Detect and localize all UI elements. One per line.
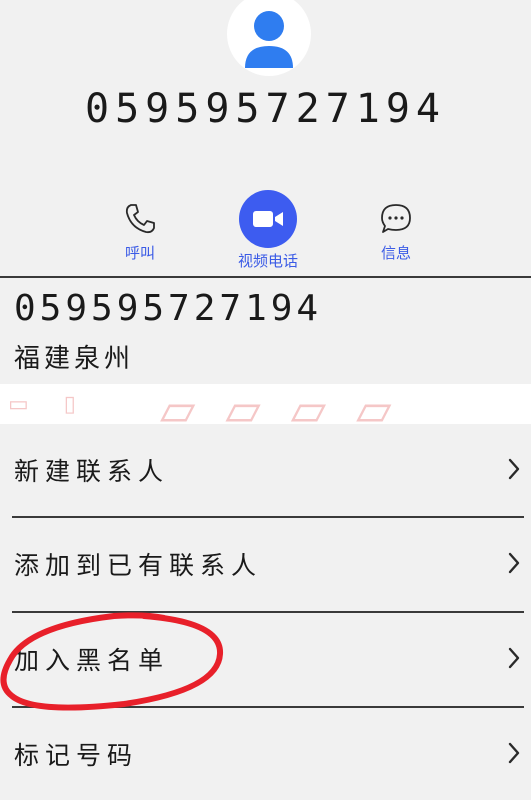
call-button[interactable]: 呼叫 — [80, 190, 200, 263]
menu-item-label: 新建联系人 — [14, 457, 170, 486]
menu-item-add-existing[interactable]: 添加到已有联系人 — [0, 518, 531, 612]
chat-bubble-icon — [381, 204, 411, 233]
menu-item-label: 标记号码 — [14, 741, 139, 770]
person-icon — [245, 11, 293, 68]
chevron-right-icon — [508, 552, 520, 574]
menu-item-blacklist[interactable]: 加入黑名单 — [0, 613, 531, 707]
menu-item-label: 添加到已有联系人 — [14, 551, 263, 580]
video-call-circle — [239, 190, 297, 248]
contact-detail-screen: 059595727194 呼叫 视频电话 信息 059595727194 福建泉… — [0, 0, 531, 800]
chevron-right-icon — [508, 742, 520, 764]
contact-number-title: 059595727194 — [85, 86, 446, 132]
contact-header: 059595727194 呼叫 视频电话 信息 — [0, 0, 531, 277]
number-info: 059595727194 福建泉州 — [0, 278, 531, 384]
message-label: 信息 — [380, 244, 411, 262]
watermark-mark: ▱▱▱▱ — [160, 384, 422, 424]
video-call-label: 视频电话 — [237, 252, 298, 270]
avatar — [227, 0, 311, 76]
phone-number: 059595727194 — [14, 288, 323, 329]
number-location: 福建泉州 — [14, 344, 135, 374]
message-button[interactable]: 信息 — [336, 190, 456, 263]
call-label: 呼叫 — [124, 244, 155, 262]
video-call-button[interactable]: 视频电话 — [208, 190, 328, 271]
chevron-right-icon — [508, 647, 520, 669]
menu-item-new-contact[interactable]: 新建联系人 — [0, 424, 531, 518]
chevron-right-icon — [508, 458, 520, 480]
phone-icon — [125, 204, 155, 234]
watermark-mark-left: ▭ ▯ — [8, 392, 90, 417]
video-camera-icon — [253, 211, 283, 227]
watermark-band: ▭ ▯ ▱▱▱▱ — [0, 384, 531, 424]
menu-item-label: 加入黑名单 — [14, 646, 170, 675]
menu-item-mark-number[interactable]: 标记号码 — [0, 708, 531, 800]
action-menu: 新建联系人 添加到已有联系人 加入黑名单 标记号码 — [0, 424, 531, 800]
